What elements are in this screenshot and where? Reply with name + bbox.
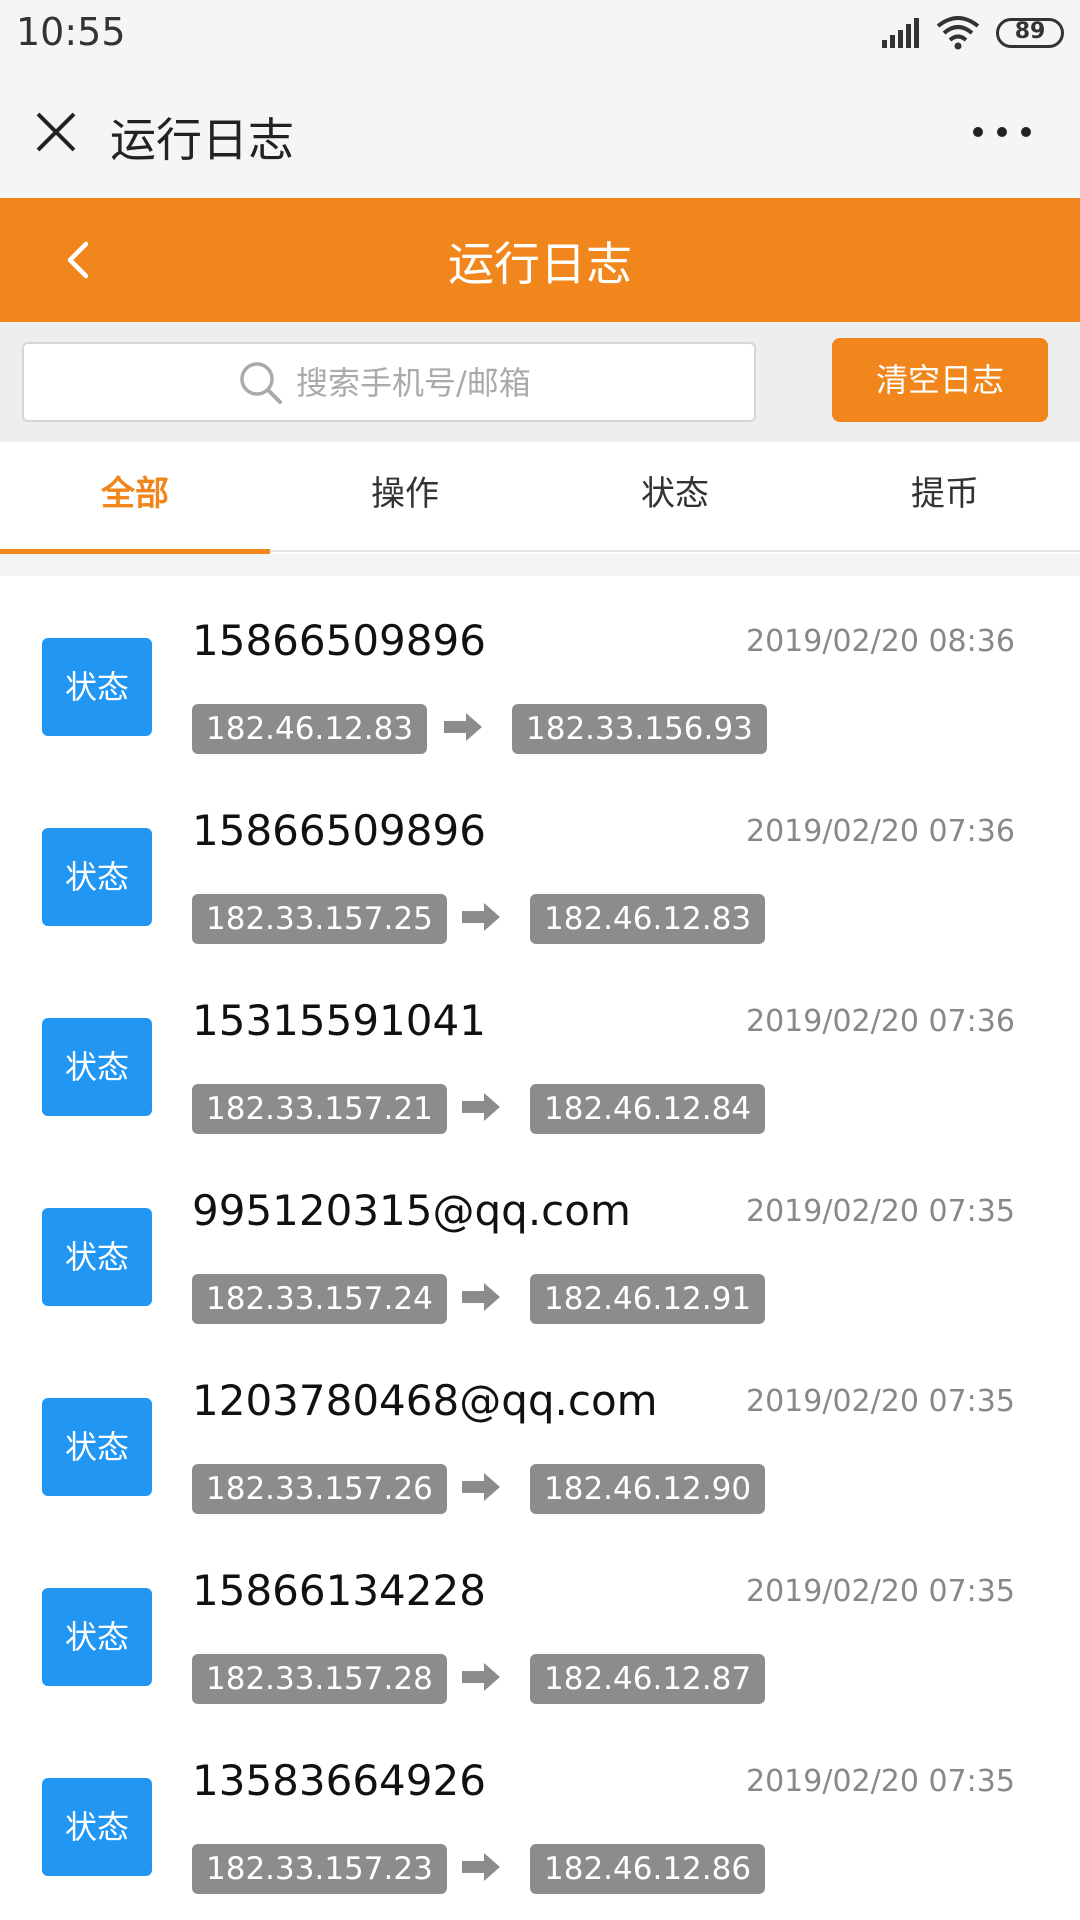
arrow-right-icon [462,1093,500,1121]
page-title: 运行日志 [448,237,632,291]
arrow-right-icon [462,1663,500,1691]
to-ip-chip: 182.46.12.87 [530,1654,766,1704]
list-item[interactable]: 状态 15866509896 2019/02/20 07:36 182.33.1… [0,766,1080,956]
from-ip-chip: 182.33.157.28 [192,1654,447,1704]
log-time: 2019/02/20 07:35 [746,1574,1015,1609]
tab-withdraw[interactable]: 提币 [810,442,1080,552]
log-time: 2019/02/20 08:36 [746,624,1015,659]
status-badge: 状态 [42,1208,152,1306]
arrow-right-icon [444,713,482,741]
wechat-title: 运行日志 [110,113,294,167]
signal-icon [882,18,919,48]
filter-tabs: 全部 操作 状态 提币 [0,442,1080,554]
from-ip-chip: 182.33.157.24 [192,1274,447,1324]
log-account: 15866509896 [192,616,486,665]
log-account: 995120315@qq.com [192,1186,631,1235]
status-badge: 状态 [42,638,152,736]
status-badge: 状态 [42,1398,152,1496]
log-time: 2019/02/20 07:36 [746,814,1015,849]
to-ip-chip: 182.33.156.93 [512,704,767,754]
log-account: 15866134228 [192,1566,486,1615]
log-account: 1203780468@qq.com [192,1376,658,1425]
to-ip-chip: 182.46.12.91 [530,1274,766,1324]
status-bar: 10:55 89 [0,0,1080,66]
to-ip-chip: 182.46.12.86 [530,1844,766,1894]
status-badge: 状态 [42,828,152,926]
to-ip-chip: 182.46.12.84 [530,1084,766,1134]
list-item[interactable]: 状态 15866509896 2019/02/20 08:36 182.46.1… [0,576,1080,766]
log-time: 2019/02/20 07:35 [746,1384,1015,1419]
close-icon[interactable] [30,106,82,158]
log-time: 2019/02/20 07:35 [746,1764,1015,1799]
from-ip-chip: 182.33.157.21 [192,1084,447,1134]
status-badge: 状态 [42,1588,152,1686]
battery-level: 89 [1014,19,1046,44]
to-ip-chip: 182.46.12.90 [530,1464,766,1514]
search-row: 清空日志 [0,322,1080,442]
clear-log-button[interactable]: 清空日志 [832,338,1048,422]
status-badge: 状态 [42,1018,152,1116]
from-ip-chip: 182.33.157.25 [192,894,447,944]
more-options-icon[interactable] [970,122,1034,142]
log-time: 2019/02/20 07:36 [746,1004,1015,1039]
to-ip-chip: 182.46.12.83 [530,894,766,944]
tab-all[interactable]: 全部 [0,442,270,554]
wechat-title-bar: 运行日志 [0,66,1080,198]
search-icon [240,362,282,404]
wifi-icon [936,16,980,50]
arrow-right-icon [462,1283,500,1311]
search-box[interactable] [22,342,756,422]
tab-operation[interactable]: 操作 [270,442,540,552]
list-item[interactable]: 状态 15866134228 2019/02/20 07:35 182.33.1… [0,1526,1080,1716]
list-item[interactable]: 状态 13583664926 2019/02/20 07:35 182.33.1… [0,1716,1080,1906]
battery-icon: 89 [996,18,1064,48]
log-account: 15315591041 [192,996,486,1045]
list-item[interactable]: 状态 15315591041 2019/02/20 07:36 182.33.1… [0,956,1080,1146]
log-account: 13583664926 [192,1756,486,1805]
tab-status[interactable]: 状态 [540,442,810,552]
app-header: 运行日志 [0,198,1080,322]
status-time: 10:55 [16,10,126,54]
log-account: 15866509896 [192,806,486,855]
from-ip-chip: 182.33.157.26 [192,1464,447,1514]
search-input[interactable] [296,358,716,408]
status-badge: 状态 [42,1778,152,1876]
arrow-right-icon [462,1473,500,1501]
log-time: 2019/02/20 07:35 [746,1194,1015,1229]
arrow-right-icon [462,1853,500,1881]
list-item[interactable]: 状态 995120315@qq.com 2019/02/20 07:35 182… [0,1146,1080,1336]
arrow-right-icon [462,903,500,931]
from-ip-chip: 182.33.157.23 [192,1844,447,1894]
section-divider [0,554,1080,576]
list-item[interactable]: 状态 1203780468@qq.com 2019/02/20 07:35 18… [0,1336,1080,1526]
from-ip-chip: 182.46.12.83 [192,704,428,754]
